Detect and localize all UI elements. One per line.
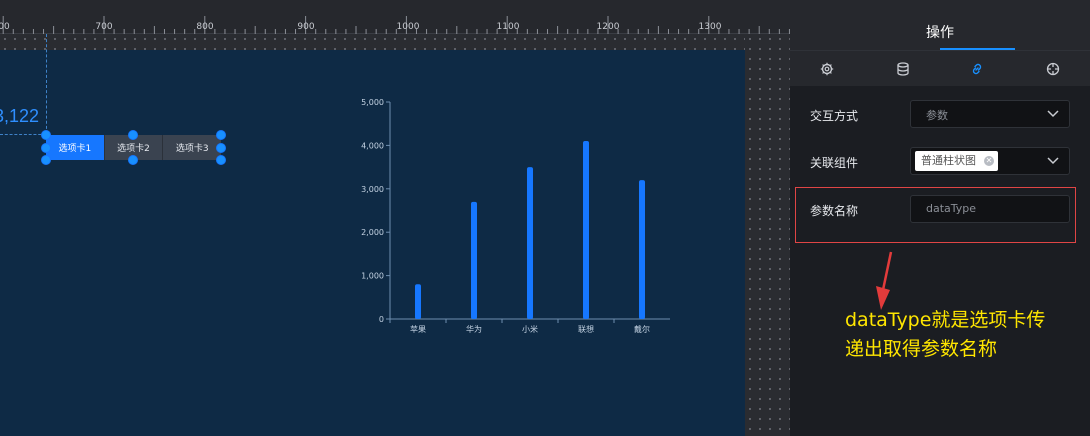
panel-header: 操作 [790, 0, 1090, 50]
ruler-label: 1100 [496, 22, 520, 32]
bar[interactable] [415, 284, 421, 319]
gear-icon[interactable] [818, 60, 836, 78]
interaction-mode-value: 参数 [926, 109, 948, 122]
annotation-line-2: 递出取得参数名称 [845, 338, 998, 360]
tab-1[interactable]: 选项卡1 [46, 135, 105, 160]
ruler-label: 900 [297, 22, 315, 32]
ruler-label: 1200 [596, 22, 620, 32]
y-tick-label: 1,000 [361, 272, 384, 281]
linked-component-label: 关联组件 [810, 156, 859, 170]
horizontal-ruler: 00 700 800 900 1000 1100 1200 1300 [0, 0, 790, 34]
number-flip-widget[interactable]: 3,122 [0, 106, 39, 127]
ruler-label: 800 [196, 22, 214, 32]
interaction-mode-select[interactable]: 参数 [910, 100, 1070, 128]
y-tick-label: 2,000 [361, 228, 384, 237]
bar[interactable] [639, 180, 645, 319]
highlight-box [795, 187, 1076, 243]
chip-remove-icon[interactable]: ✕ [984, 156, 994, 166]
arrow-annotation [876, 251, 893, 310]
resize-handle-left[interactable] [41, 143, 51, 153]
resize-handle-right[interactable] [216, 143, 226, 153]
horizontal-guide-line [0, 134, 46, 135]
panel-icon-bar [790, 50, 1090, 86]
ruler-label: 00 [0, 22, 10, 32]
tab-3[interactable]: 选项卡3 [163, 135, 222, 160]
bar[interactable] [583, 141, 589, 319]
database-icon[interactable] [894, 60, 912, 78]
resize-handle-top-left[interactable] [41, 130, 51, 140]
chip-label: 普通柱状图 [921, 154, 976, 167]
x-tick-label: 戴尔 [634, 324, 650, 334]
bar[interactable] [527, 167, 533, 319]
linked-component-chip[interactable]: 普通柱状图 ✕ [915, 151, 998, 171]
resize-handle-top[interactable] [128, 130, 138, 140]
y-tick-label: 4,000 [361, 141, 384, 150]
resize-handle-bottom-left[interactable] [41, 155, 51, 165]
chevron-down-icon [1047, 110, 1059, 118]
resize-handle-top-right[interactable] [216, 130, 226, 140]
x-tick-label: 联想 [578, 324, 594, 334]
x-tick-label: 小米 [522, 324, 538, 334]
chevron-down-icon [1047, 157, 1059, 165]
ruler-label: 1000 [396, 22, 420, 32]
annotation-text: dataType就是选项卡传 递出取得参数名称 [845, 306, 1075, 364]
x-tick-label: 苹果 [410, 324, 426, 334]
ruler-label: 1300 [698, 22, 722, 32]
app-root: 00 700 800 900 1000 1100 1200 1300 3,122… [0, 0, 1090, 436]
vertical-guide-line [46, 34, 47, 134]
y-tick-label: 0 [379, 315, 384, 324]
y-tick-label: 5,000 [361, 98, 384, 107]
x-tick-label: 华为 [466, 324, 482, 334]
bar[interactable] [471, 201, 477, 319]
editor-canvas[interactable]: 00 700 800 900 1000 1100 1200 1300 3,122… [0, 0, 790, 436]
resize-handle-bottom-right[interactable] [216, 155, 226, 165]
bar-chart[interactable]: 0 1,000 2,000 3,000 4,000 5,000 苹果 华为 小米 联想 戴尔 [355, 92, 685, 342]
annotation-line-1: dataType就是选项卡传 [845, 309, 1046, 331]
panel-tab-operations[interactable]: 操作 [790, 22, 1090, 42]
y-tick-label: 3,000 [361, 185, 384, 194]
canvas-margin-top [0, 34, 745, 50]
linked-component-select[interactable]: 普通柱状图 ✕ [910, 147, 1070, 175]
link-icon[interactable] [968, 60, 986, 78]
resize-handle-bottom[interactable] [128, 155, 138, 165]
ruler-label: 700 [95, 22, 113, 32]
canvas-margin-right [745, 34, 790, 436]
target-icon[interactable] [1044, 60, 1062, 78]
interaction-mode-label: 交互方式 [810, 109, 859, 123]
ruler-ticks [2, 16, 790, 34]
